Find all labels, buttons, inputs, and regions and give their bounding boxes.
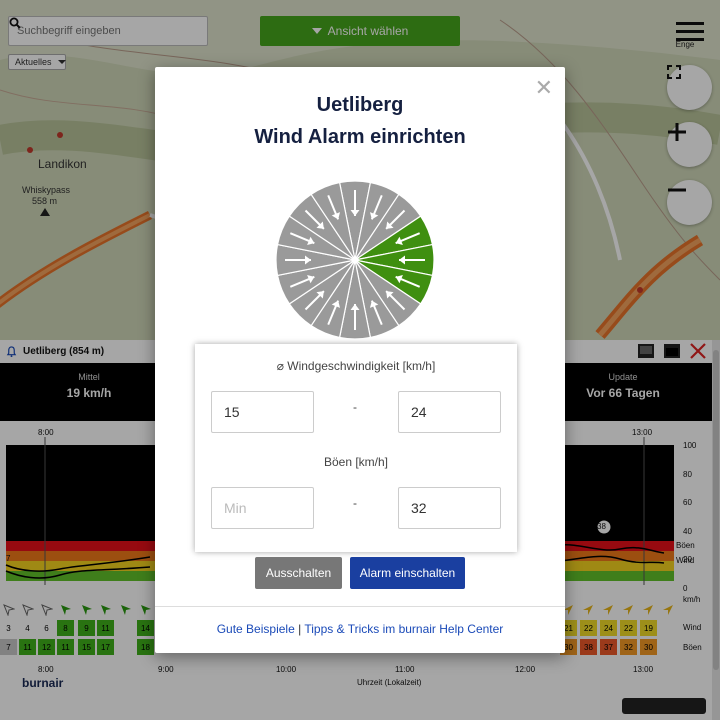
footer-separator: | [298, 622, 302, 636]
dialog-title-station: Uetliberg [316, 94, 404, 116]
dialog-title: Uetliberg Wind Alarm einrichten [155, 89, 565, 153]
examples-link[interactable]: Gute Beispiele [217, 622, 295, 636]
speed-min-input[interactable] [211, 391, 314, 433]
threshold-form: ⌀ Windgeschwindigkeit [km/h] - Böen [km/… [195, 344, 517, 552]
gust-min-input[interactable] [211, 487, 314, 529]
enable-alarm-button[interactable]: Alarm einschalten [350, 557, 465, 589]
gust-max-input[interactable] [398, 487, 501, 529]
speed-max-input[interactable] [398, 391, 501, 433]
wind-direction-compass[interactable] [275, 180, 435, 340]
dialog-footer: Gute Beispiele | Tipps & Tricks im burna… [155, 622, 565, 636]
help-center-link[interactable]: Tipps & Tricks im burnair Help Center [304, 622, 503, 636]
gust-label: Böen [km/h] [323, 455, 389, 469]
speed-label: ⌀ Windgeschwindigkeit [km/h] [276, 359, 436, 373]
wind-alarm-dialog: ✕ Uetliberg Wind Alarm einrichten ⌀ Wind… [155, 67, 565, 653]
range-dash: - [353, 496, 357, 510]
disable-alarm-button[interactable]: Ausschalten [255, 557, 342, 589]
dialog-title-action: Wind Alarm einrichten [254, 126, 466, 148]
range-dash: - [353, 400, 357, 414]
divider [155, 606, 565, 607]
